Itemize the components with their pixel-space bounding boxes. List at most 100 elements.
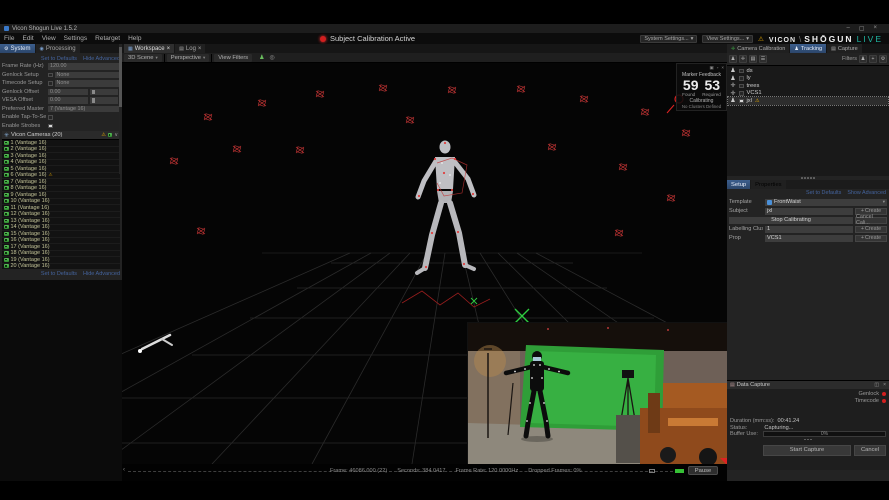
- cluster-input[interactable]: 1: [765, 226, 853, 233]
- person-icon: ♟: [730, 97, 736, 104]
- start-capture-button[interactable]: Start Capture: [763, 445, 851, 456]
- subject-list-item[interactable]: ♟ jxl ⚠: [728, 97, 888, 105]
- genlock-offset-slider[interactable]: [90, 89, 118, 96]
- menu-item[interactable]: Settings: [60, 35, 92, 42]
- subject-input[interactable]: jxl: [765, 208, 853, 215]
- subject-checkbox[interactable]: [739, 69, 744, 74]
- subject-list-item[interactable]: ✛ VCS1: [728, 90, 888, 98]
- tab-properties[interactable]: Properties: [751, 180, 785, 189]
- subject-list-item[interactable]: ♟ ly: [728, 75, 888, 83]
- subject-list-item[interactable]: ✛ trees: [728, 82, 888, 90]
- tab-setup[interactable]: Setup: [727, 180, 750, 189]
- camera-icon: [4, 232, 9, 236]
- set-to-defaults-link[interactable]: Set to Defaults: [806, 190, 841, 196]
- close-tab-icon[interactable]: ×: [167, 46, 171, 52]
- menu-item[interactable]: Help: [124, 35, 145, 42]
- menu-item[interactable]: Retarget: [91, 35, 124, 42]
- dock-icon[interactable]: ▣: [709, 65, 713, 71]
- hide-advanced-link[interactable]: Hide Advanced: [83, 271, 120, 277]
- create-prop-button[interactable]: + Create: [855, 235, 887, 242]
- monitor-icon[interactable]: ▤: [749, 55, 757, 63]
- subject-checkbox[interactable]: [739, 91, 744, 96]
- show-advanced-link[interactable]: Show Advanced: [847, 190, 886, 196]
- vicon-logo: VICON: [769, 37, 796, 44]
- genlock-setup-checkbox[interactable]: [48, 73, 53, 78]
- camera-wireframe-icon: [615, 230, 623, 237]
- vesa-offset-slider[interactable]: [90, 97, 118, 104]
- warning-icon[interactable]: ⚠: [758, 35, 764, 43]
- close-icon[interactable]: ×: [883, 382, 886, 388]
- system-settings-dropdown[interactable]: System Settings... ▾: [640, 35, 697, 43]
- subject-checkbox[interactable]: [739, 99, 744, 104]
- tab-log[interactable]: ▤ Log ×: [175, 44, 205, 53]
- perspective-dropdown[interactable]: Perspective ▾: [167, 54, 210, 62]
- create-cluster-button[interactable]: + Create: [855, 226, 887, 233]
- target-icon[interactable]: ◎: [270, 54, 275, 61]
- timeline-step-back-icon[interactable]: ‹: [123, 467, 125, 473]
- genlock-offset-input[interactable]: 0.00: [48, 89, 88, 96]
- timeline-playhead[interactable]: [675, 469, 684, 473]
- set-to-defaults-link[interactable]: Set to Defaults: [41, 56, 77, 62]
- tab-workspace[interactable]: ▦ Workspace ×: [124, 44, 174, 53]
- chevron-collapse-icon[interactable]: ∨: [114, 132, 118, 138]
- tab-system[interactable]: ⚙ System: [0, 44, 35, 53]
- view-settings-dropdown[interactable]: View Settings... ▾: [702, 35, 753, 43]
- subject-view-icon[interactable]: ♟: [259, 54, 264, 61]
- template-dropdown[interactable]: FrontWaist ▾: [765, 199, 887, 206]
- pause-button[interactable]: Pause: [688, 466, 718, 475]
- close-icon[interactable]: ×: [721, 65, 724, 71]
- stop-calibrating-button[interactable]: Stop Calibrating: [729, 217, 853, 224]
- preferred-master-input[interactable]: 7 (Vantage 16): [48, 106, 120, 113]
- tap-to-select-row: Enable Tap-To-Sel...: [2, 113, 120, 122]
- tab-camera-calibration[interactable]: ✛ Camera Calibration: [727, 44, 789, 53]
- frame-rate-input[interactable]: 120.00: [48, 63, 120, 70]
- chevron-down-icon: ▾: [883, 199, 885, 205]
- cancel-capture-button[interactable]: Cancel: [854, 445, 886, 456]
- close-tab-icon[interactable]: ×: [198, 46, 202, 52]
- subject-checkbox[interactable]: [739, 84, 744, 89]
- scene-mode-dropdown[interactable]: 3D Scene ▾: [124, 54, 162, 62]
- camera-label: 1 (Vantage 16): [11, 140, 47, 146]
- camera-icon: [4, 154, 9, 158]
- add-subject-icon[interactable]: ♟: [729, 55, 737, 63]
- timecode-setup-checkbox[interactable]: [48, 81, 53, 86]
- 3d-scene[interactable]: ▣ ▫ × Marker Feedback 59 53 Found Requir…: [122, 63, 727, 464]
- tab-tracking[interactable]: ♟ Tracking: [790, 44, 826, 53]
- camera-list-item[interactable]: 20 (Vantage 16): [2, 264, 120, 270]
- cameras-header[interactable]: ✳ Vicon Cameras (20) ⚠ ∨: [2, 131, 120, 139]
- subject-checkbox[interactable]: [739, 76, 744, 81]
- gear-icon[interactable]: ⚙: [879, 55, 887, 63]
- view-filters-label: View Filters: [218, 55, 248, 61]
- list-view-icon[interactable]: ☰: [759, 55, 767, 63]
- prop-input[interactable]: VCS1: [765, 235, 853, 242]
- vesa-offset-input[interactable]: 0.00: [48, 97, 88, 104]
- add-icon[interactable]: +: [869, 55, 877, 63]
- set-to-defaults-link[interactable]: Set to Defaults: [41, 271, 77, 277]
- filter-subjects-icon[interactable]: ♟: [859, 55, 867, 63]
- menu-item[interactable]: File: [0, 35, 18, 42]
- maximize-button[interactable]: ▢: [859, 25, 865, 32]
- dock-icon[interactable]: ◫: [874, 382, 879, 388]
- minimize-button[interactable]: –: [846, 25, 849, 32]
- cancel-calibration-button[interactable]: Cancel Cali...: [855, 217, 887, 224]
- camera-icon: [4, 212, 9, 216]
- menu-item[interactable]: Edit: [18, 35, 37, 42]
- timeline-range-marker[interactable]: [649, 469, 655, 473]
- tab-processing[interactable]: ◉ Processing: [36, 44, 80, 53]
- tap-to-select-checkbox[interactable]: [48, 115, 53, 120]
- subject-list-item[interactable]: ♟ ds: [728, 67, 888, 75]
- close-button[interactable]: ×: [873, 25, 877, 32]
- tab-capture[interactable]: ▤ Capture: [827, 44, 862, 53]
- enable-strobes-checkbox[interactable]: [48, 124, 53, 129]
- add-prop-icon[interactable]: ✛: [739, 55, 747, 63]
- camera-label: 3 (Vantage 16): [11, 153, 47, 159]
- timecode-setup-input[interactable]: None: [55, 80, 121, 87]
- video-reference-overlay[interactable]: [468, 323, 727, 464]
- hide-advanced-link[interactable]: Hide Advanced: [83, 56, 120, 62]
- camera-icon: [4, 193, 9, 197]
- genlock-setup-input[interactable]: None: [55, 72, 121, 79]
- menu-item[interactable]: View: [38, 35, 60, 42]
- subject-label: jxl: [747, 98, 752, 104]
- view-filters-button[interactable]: View Filters: [214, 54, 252, 62]
- float-icon[interactable]: ▫: [717, 65, 719, 71]
